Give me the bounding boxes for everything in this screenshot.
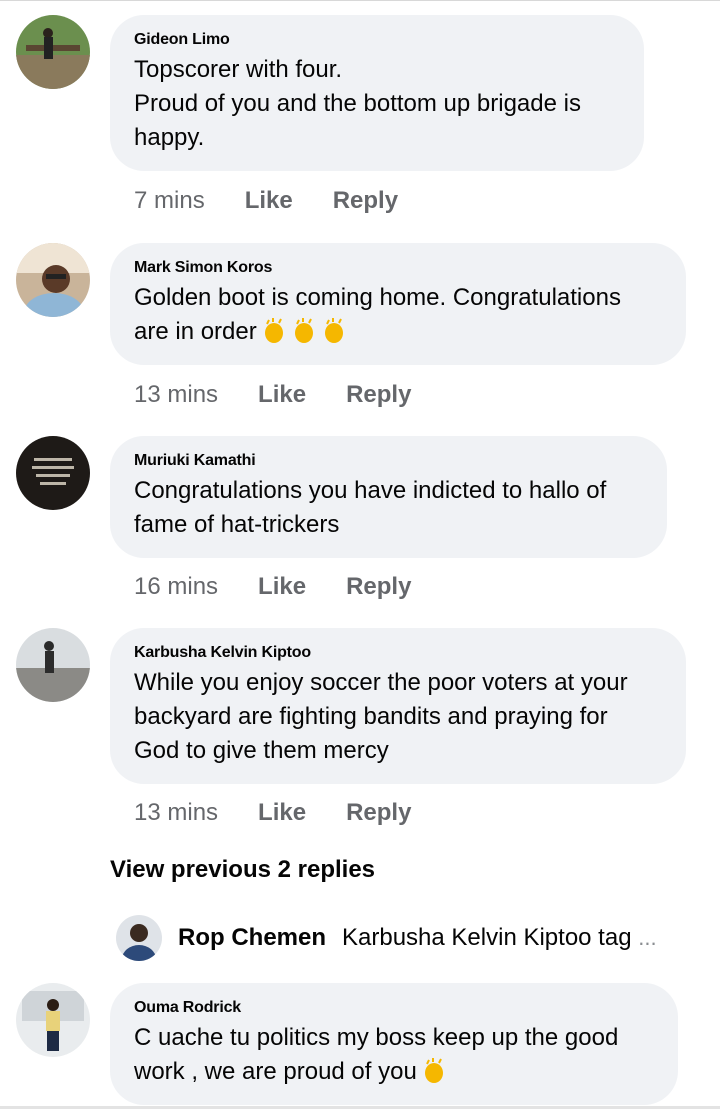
clapping-hands-icon <box>257 318 347 345</box>
reply-button[interactable]: Reply <box>346 799 411 827</box>
like-button[interactable]: Like <box>258 799 306 827</box>
comment-author[interactable]: Gideon Limo <box>134 31 618 49</box>
comment-bubble: Muriuki Kamathi Congratulations you have… <box>110 436 667 558</box>
reply-snippet: Karbusha Kelvin Kiptoo tag ... <box>342 924 657 951</box>
comment-actions: 13 mins Like Reply <box>134 381 451 409</box>
comment-bubble: Gideon Limo Topscorer with four. Proud o… <box>110 15 644 171</box>
comment-text: Topscorer with four. Proud of you and th… <box>134 56 581 151</box>
avatar[interactable] <box>16 243 90 317</box>
avatar[interactable] <box>16 15 90 89</box>
comment-time[interactable]: 13 mins <box>134 799 218 827</box>
avatar[interactable] <box>16 983 90 1057</box>
comment-author[interactable]: Muriuki Kamathi <box>134 452 641 470</box>
comment-bubble: Ouma Rodrick C uache tu politics my boss… <box>110 983 678 1105</box>
reply-author[interactable]: Rop Chemen <box>178 924 326 952</box>
view-previous-replies-link[interactable]: View previous 2 replies <box>110 856 375 884</box>
comment-text: Golden boot is coming home. Congratulati… <box>134 284 621 345</box>
comment-actions: 16 mins Like Reply <box>134 573 451 601</box>
comment-text: C uache tu politics my boss keep up the … <box>134 1024 619 1085</box>
reply-button[interactable]: Reply <box>333 187 398 215</box>
reply-button[interactable]: Reply <box>346 381 411 409</box>
reply-preview[interactable]: Rop Chemen Karbusha Kelvin Kiptoo tag ..… <box>116 913 696 963</box>
avatar[interactable] <box>16 436 90 510</box>
avatar[interactable] <box>16 628 90 702</box>
like-button[interactable]: Like <box>245 187 293 215</box>
comment-text: Congratulations you have indicted to hal… <box>134 477 607 538</box>
comment-author[interactable]: Karbusha Kelvin Kiptoo <box>134 644 660 662</box>
like-button[interactable]: Like <box>258 381 306 409</box>
comment-bubble: Karbusha Kelvin Kiptoo While you enjoy s… <box>110 628 686 784</box>
comment-actions: 7 mins Like Reply <box>134 187 438 215</box>
comment-time[interactable]: 16 mins <box>134 573 218 601</box>
comment-author[interactable]: Mark Simon Koros <box>134 259 660 277</box>
reply-avatar[interactable] <box>116 915 162 961</box>
comment-actions: 13 mins Like Reply <box>134 799 451 827</box>
comment-time[interactable]: 7 mins <box>134 187 205 215</box>
comment-bubble: Mark Simon Koros Golden boot is coming h… <box>110 243 686 365</box>
comment-time[interactable]: 13 mins <box>134 381 218 409</box>
comment-author[interactable]: Ouma Rodrick <box>134 999 652 1017</box>
comment-text: While you enjoy soccer the poor voters a… <box>134 669 628 764</box>
clapping-hands-icon <box>417 1058 447 1085</box>
like-button[interactable]: Like <box>258 573 306 601</box>
reply-button[interactable]: Reply <box>346 573 411 601</box>
